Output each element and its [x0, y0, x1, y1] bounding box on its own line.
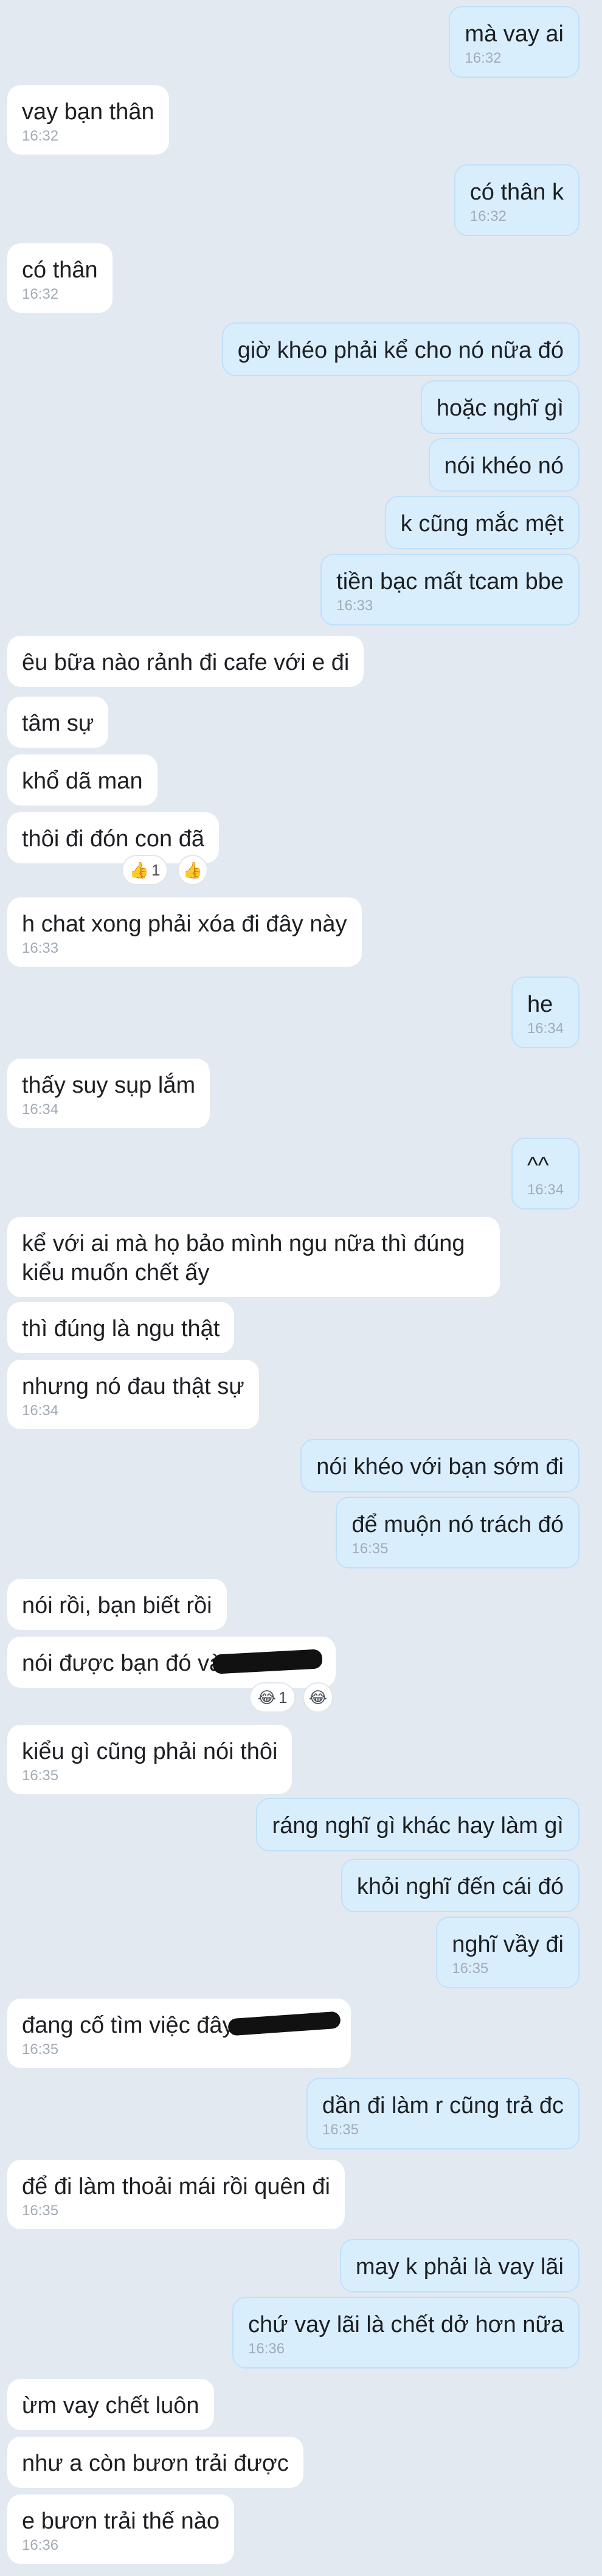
message-time: 16:36 — [248, 2341, 285, 2357]
message-time: 16:33 — [22, 940, 59, 956]
message-bubble-outgoing[interactable]: tiền bạc mất tcam bbe 16:33 — [320, 554, 580, 625]
message-text: ừm vay chết luôn — [22, 2393, 199, 2418]
message-bubble-incoming[interactable]: kiểu gì cũng phải nói thôi 16:35 — [7, 1725, 292, 1794]
add-reaction-button[interactable]: 😂 — [303, 1682, 333, 1713]
message-text: hoặc nghĩ gì — [436, 395, 564, 421]
message-time: 16:34 — [527, 1182, 564, 1198]
message-text: may k phải là vay lãi — [355, 2254, 564, 2280]
message-text: khỏi nghĩ đến cái đó — [356, 1874, 564, 1899]
message-time: 16:35 — [22, 2041, 59, 2058]
message-bubble-incoming[interactable]: tâm sự — [7, 697, 109, 748]
message-text: nói khéo với bạn sớm đi — [316, 1454, 564, 1480]
message-text: nhưng nó đau thật sự — [22, 1374, 244, 1399]
message-text: để muộn nó trách đó — [351, 1512, 564, 1537]
message-bubble-incoming[interactable]: có thân 16:32 — [7, 243, 112, 313]
message-text: ^^ — [527, 1153, 549, 1178]
message-text: h chat xong phải xóa đi đây này — [22, 911, 347, 937]
message-bubble-incoming[interactable]: nhưng nó đau thật sự 16:34 — [7, 1360, 259, 1429]
message-time: 16:35 — [22, 2202, 59, 2219]
message-time: 16:32 — [22, 286, 59, 302]
message-bubble-incoming[interactable]: thấy suy sụp lắm 16:34 — [7, 1059, 210, 1128]
message-text: dần đi làm r cũng trả đc — [322, 2093, 564, 2118]
message-text: khổ dã man — [22, 768, 143, 794]
message-bubble-incoming[interactable]: để đi làm thoải mái rồi quên đi 16:35 — [7, 2160, 345, 2229]
message-bubble-incoming[interactable]: như a còn bươn trải được — [7, 2437, 303, 2488]
message-bubble-incoming[interactable]: kể với ai mà họ bảo mình ngu nữa thì đún… — [7, 1217, 500, 1297]
message-bubble-outgoing[interactable]: giờ khéo phải kể cho nó nữa đó — [221, 322, 580, 376]
message-text: để đi làm thoải mái rồi quên đi — [22, 2174, 330, 2199]
message-text: kiểu gì cũng phải nói thôi — [22, 1739, 278, 1764]
message-bubble-incoming[interactable]: nói rồi, bạn biết rồi — [7, 1579, 227, 1630]
message-text: nói rồi, bạn biết rồi — [22, 1593, 212, 1618]
message-text: như a còn bươn trải được — [22, 2451, 289, 2476]
message-time: 16:35 — [322, 2122, 359, 2138]
message-text: mà vay ai — [465, 21, 564, 47]
message-text: vay bạn thân — [22, 99, 154, 125]
message-bubble-outgoing[interactable]: nói khéo với bạn sớm đi — [300, 1439, 580, 1492]
message-bubble-incoming[interactable]: vay bạn thân 16:32 — [7, 85, 169, 155]
message-time: 16:35 — [351, 1540, 389, 1557]
message-time: 16:32 — [22, 128, 59, 144]
message-text: có thân k — [469, 179, 564, 205]
reaction-count: 1 — [151, 860, 161, 879]
message-bubble-incoming[interactable]: đang cố tìm việc đây 16:35 — [7, 1999, 351, 2068]
message-text: êu bữa nào rảnh đi cafe với e đi — [22, 650, 350, 675]
message-text: ráng nghĩ gì khác hay làm gì — [272, 1813, 564, 1839]
message-text: e bươn trải thế nào — [22, 2508, 220, 2534]
message-time: 16:34 — [527, 1020, 564, 1037]
message-text: có thân — [22, 257, 98, 283]
message-bubble-outgoing[interactable]: k cũng mắc mệt — [384, 496, 580, 549]
message-bubble-outgoing[interactable]: dần đi làm r cũng trả đc 16:35 — [306, 2078, 580, 2150]
message-time: 16:36 — [22, 2537, 59, 2553]
thumbs-up-icon: 👍 — [182, 860, 203, 879]
laugh-icon: 😂 — [257, 1688, 276, 1707]
message-text: nghĩ vầy đi — [452, 1932, 564, 1957]
message-bubble-incoming[interactable]: thì đúng là ngu thật — [7, 1302, 235, 1353]
message-time: 16:35 — [22, 1767, 59, 1784]
message-text: thôi đi đón con đã — [22, 826, 205, 852]
message-text: thấy suy sụp lắm — [22, 1073, 196, 1098]
message-bubble-incoming[interactable]: ừm vay chết luôn — [7, 2379, 214, 2430]
message-bubble-outgoing[interactable]: ^^ 16:34 — [511, 1138, 580, 1210]
message-time: 16:34 — [22, 1402, 59, 1419]
message-text: chứ vay lãi là chết dở hơn nữa — [248, 2312, 564, 2338]
add-reaction-button[interactable]: 👍 — [178, 855, 208, 885]
message-text: tâm sự — [22, 711, 94, 736]
reaction-like-badge[interactable]: 👍 1 — [122, 855, 168, 885]
message-text: giờ khéo phải kể cho nó nữa đó — [237, 338, 564, 363]
laugh-icon: 😂 — [308, 1688, 328, 1707]
message-bubble-outgoing[interactable]: để muộn nó trách đó 16:35 — [336, 1497, 580, 1568]
message-bubble-outgoing[interactable]: nói khéo nó — [428, 438, 580, 492]
message-text: nói khéo nó — [444, 453, 564, 479]
message-bubble-outgoing[interactable]: khỏi nghĩ đến cái đó — [341, 1859, 580, 1912]
reaction-laugh-badge[interactable]: 😂 1 — [249, 1682, 296, 1713]
message-time: 16:32 — [469, 208, 507, 225]
message-bubble-incoming[interactable]: êu bữa nào rảnh đi cafe với e đi — [7, 636, 364, 687]
message-text: thì đúng là ngu thật — [22, 1316, 220, 1342]
message-time: 16:34 — [22, 1101, 59, 1118]
message-bubble-outgoing[interactable]: mà vay ai 16:32 — [449, 6, 580, 78]
message-text: kể với ai mà họ bảo mình ngu nữa thì đún… — [22, 1231, 465, 1286]
message-bubble-outgoing[interactable]: he 16:34 — [511, 976, 580, 1048]
reaction-count: 1 — [278, 1688, 288, 1707]
message-time: 16:33 — [336, 597, 373, 614]
message-bubble-outgoing[interactable]: nghĩ vầy đi 16:35 — [436, 1916, 580, 1988]
message-bubble-outgoing[interactable]: may k phải là vay lãi — [339, 2239, 580, 2292]
message-text: k cũng mắc mệt — [400, 511, 564, 537]
message-bubble-incoming[interactable]: khổ dã man — [7, 754, 157, 806]
message-bubble-outgoing[interactable]: chứ vay lãi là chết dở hơn nữa 16:36 — [232, 2297, 580, 2369]
message-bubble-outgoing[interactable]: hoặc nghĩ gì — [420, 380, 580, 434]
message-bubble-outgoing[interactable]: có thân k 16:32 — [454, 164, 580, 236]
message-text: tiền bạc mất tcam bbe — [336, 569, 564, 594]
message-time: 16:32 — [465, 50, 502, 66]
message-bubble-outgoing[interactable]: ráng nghĩ gì khác hay làm gì — [256, 1798, 580, 1851]
message-bubble-incoming[interactable]: e bươn trải thế nào 16:36 — [7, 2494, 235, 2564]
message-text: he — [527, 992, 553, 1017]
thumbs-up-icon: 👍 — [129, 860, 149, 879]
message-bubble-incoming[interactable]: h chat xong phải xóa đi đây này 16:33 — [7, 897, 362, 967]
message-time: 16:35 — [452, 1960, 489, 1977]
